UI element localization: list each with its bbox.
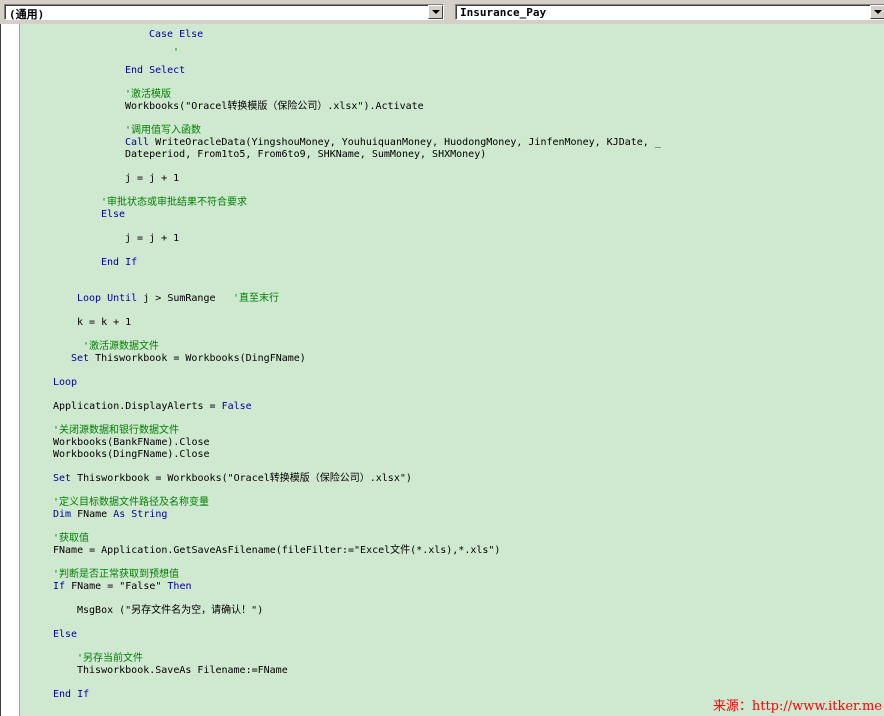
code-line[interactable]: Call WriteOracleData(YingshouMoney, Youh… xyxy=(125,137,661,149)
code-comment[interactable]: '判断是否正常获取到预想值 xyxy=(53,569,179,581)
code-line[interactable]: Thisworkbook.SaveAs Filename:=FName xyxy=(77,665,288,677)
code-line[interactable]: Else xyxy=(53,629,77,641)
code-line[interactable]: FName = Application.GetSaveAsFilename(fi… xyxy=(53,545,500,557)
code-comment[interactable]: '调用值写入函数 xyxy=(125,125,201,137)
code-editor[interactable]: Case Else ' End Select '激活模版 Workbooks("… xyxy=(20,24,884,716)
margin-indicator-bar[interactable] xyxy=(0,24,20,716)
code-line[interactable]: Loop xyxy=(53,377,77,389)
code-line[interactable]: End If xyxy=(53,689,89,701)
code-line[interactable]: Else xyxy=(101,209,125,221)
assignment: Application.DisplayAlerts = xyxy=(53,401,222,412)
code-line[interactable]: j = j + 1 xyxy=(125,233,179,245)
code-line[interactable]: Workbooks(BankFName).Close xyxy=(53,437,210,449)
chevron-down-icon[interactable] xyxy=(428,5,443,19)
source-watermark: 来源：http://www.itker.me xyxy=(712,699,882,714)
object-dropdown-value: (通用) xyxy=(9,8,45,21)
code-line[interactable]: Set Thisworkbook = Workbooks("Oracel转换模版… xyxy=(53,473,412,485)
set-expression: Thisworkbook = Workbooks("Oracel转换模版（保险公… xyxy=(77,473,412,484)
code-window-toolbar: (通用) Insurance_Pay xyxy=(0,0,884,24)
object-dropdown[interactable]: (通用) xyxy=(4,4,444,21)
set-expression: Thisworkbook = Workbooks(DingFName) xyxy=(95,353,306,364)
code-comment[interactable]: ' xyxy=(173,47,179,59)
code-line[interactable]: Workbooks("Oracel转换模版（保险公司）.xlsx").Activ… xyxy=(125,101,424,113)
code-comment[interactable]: '直至末行 xyxy=(233,293,279,305)
code-comment[interactable]: '激活模版 xyxy=(125,89,171,101)
code-line[interactable]: Dim FName As String xyxy=(53,509,167,521)
code-comment[interactable]: '激活源数据文件 xyxy=(83,341,159,353)
code-line[interactable]: Set Thisworkbook = Workbooks(DingFName) xyxy=(71,353,306,365)
procedure-dropdown[interactable]: Insurance_Pay xyxy=(455,4,884,20)
code-line[interactable]: j = j + 1 xyxy=(125,173,179,185)
code-line[interactable]: Loop Until j > SumRange xyxy=(77,293,216,305)
code-comment[interactable]: '关闭源数据和银行数据文件 xyxy=(53,425,179,437)
code-line[interactable]: Workbooks(DingFName).Close xyxy=(53,449,210,461)
code-line[interactable]: End If xyxy=(101,257,137,269)
code-line[interactable]: Case Else xyxy=(149,29,203,41)
procedure-dropdown-value: Insurance_Pay xyxy=(460,6,547,19)
code-line[interactable]: k = k + 1 xyxy=(77,317,131,329)
code-line[interactable]: Application.DisplayAlerts = False xyxy=(53,401,252,413)
chevron-down-icon[interactable] xyxy=(870,5,884,19)
code-comment[interactable]: '审批状态或审批结果不符合要求 xyxy=(101,197,247,209)
call-args: WriteOracleData(YingshouMoney, Youhuiqua… xyxy=(155,137,661,148)
code-line[interactable]: MsgBox ("另存文件名为空，请确认！") xyxy=(77,605,263,617)
code-comment[interactable]: '另存当前文件 xyxy=(77,653,143,665)
code-comment[interactable]: '获取值 xyxy=(53,533,89,545)
code-line[interactable]: Dateperiod, From1to5, From6to9, SHKName,… xyxy=(125,149,486,161)
code-comment[interactable]: '定义目标数据文件路径及名称变量 xyxy=(53,497,209,509)
code-line[interactable]: If FName = "False" Then xyxy=(53,581,192,593)
code-line[interactable]: End Select xyxy=(125,65,185,77)
loop-condition: j > SumRange xyxy=(143,293,216,304)
